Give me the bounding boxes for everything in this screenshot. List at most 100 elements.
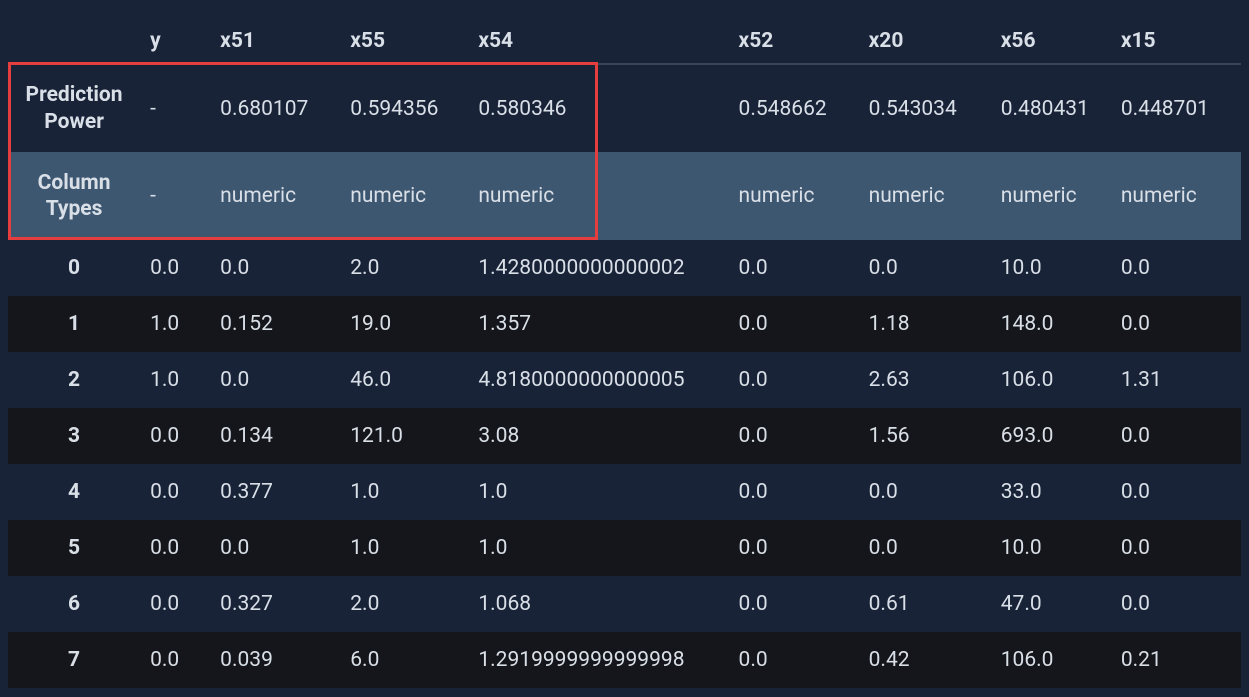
cell: 1.0: [340, 520, 468, 576]
prediction-power-cell: 0.548662: [729, 64, 859, 152]
cell: 1.357: [468, 296, 728, 352]
column-types-cell: numeric: [210, 152, 340, 240]
col-header[interactable]: x15: [1111, 18, 1241, 64]
cell: 0.0: [729, 352, 859, 408]
table-row: 5 0.0 0.0 1.0 1.0 0.0 0.0 10.0 0.0: [8, 520, 1241, 576]
cell: 0.0: [729, 464, 859, 520]
column-types-cell: numeric: [1111, 152, 1241, 240]
col-header[interactable]: x51: [210, 18, 340, 64]
col-header[interactable]: x20: [859, 18, 991, 64]
prediction-power-cell: -: [140, 64, 210, 152]
row-index: 6: [8, 576, 140, 632]
cell: 0.0: [1111, 240, 1241, 296]
prediction-power-row: Prediction Power - 0.680107 0.594356 0.5…: [8, 64, 1241, 152]
cell: 1.0: [468, 464, 728, 520]
cell: 1.0: [140, 352, 210, 408]
cell: 0.0: [1111, 520, 1241, 576]
cell: 0.0: [1111, 576, 1241, 632]
cell: 33.0: [991, 464, 1111, 520]
cell: 6.0: [340, 632, 468, 688]
cell: 0.0: [729, 632, 859, 688]
prediction-power-cell: 0.594356: [340, 64, 468, 152]
col-header[interactable]: x55: [340, 18, 468, 64]
cell: 2.0: [340, 240, 468, 296]
prediction-power-cell: 0.480431: [991, 64, 1111, 152]
table-header-row: y x51 x55 x54 x52 x20 x56 x15: [8, 18, 1241, 64]
cell: 0.0: [210, 240, 340, 296]
cell: 1.068: [468, 576, 728, 632]
cell: 0.0: [859, 240, 991, 296]
cell: 47.0: [991, 576, 1111, 632]
cell: 1.0: [340, 464, 468, 520]
cell: 0.0: [729, 576, 859, 632]
cell: 148.0: [991, 296, 1111, 352]
cell: 0.0: [140, 408, 210, 464]
col-header[interactable]: x52: [729, 18, 859, 64]
cell: 0.0: [140, 520, 210, 576]
prediction-power-cell: 0.448701: [1111, 64, 1241, 152]
cell: 0.0: [140, 464, 210, 520]
data-table: y x51 x55 x54 x52 x20 x56 x15 Prediction…: [8, 18, 1241, 688]
cell: 1.31: [1111, 352, 1241, 408]
column-types-cell: numeric: [859, 152, 991, 240]
cell: 0.61: [859, 576, 991, 632]
cell: 693.0: [991, 408, 1111, 464]
column-types-cell: numeric: [468, 152, 728, 240]
column-types-cell: numeric: [340, 152, 468, 240]
cell: 1.18: [859, 296, 991, 352]
cell: 0.0: [859, 520, 991, 576]
cell: 0.377: [210, 464, 340, 520]
row-index: 0: [8, 240, 140, 296]
cell: 106.0: [991, 632, 1111, 688]
cell: 0.152: [210, 296, 340, 352]
cell: 10.0: [991, 240, 1111, 296]
table-row: 2 1.0 0.0 46.0 4.8180000000000005 0.0 2.…: [8, 352, 1241, 408]
column-types-row: Column Types - numeric numeric numeric n…: [8, 152, 1241, 240]
cell: 0.21: [1111, 632, 1241, 688]
cell: 0.0: [729, 296, 859, 352]
cell: 0.0: [1111, 296, 1241, 352]
table-row: 4 0.0 0.377 1.0 1.0 0.0 0.0 33.0 0.0: [8, 464, 1241, 520]
cell: 121.0: [340, 408, 468, 464]
cell: 2.63: [859, 352, 991, 408]
cell: 0.0: [210, 352, 340, 408]
row-index: 2: [8, 352, 140, 408]
cell: 4.8180000000000005: [468, 352, 728, 408]
row-index: 3: [8, 408, 140, 464]
cell: 46.0: [340, 352, 468, 408]
column-types-cell: -: [140, 152, 210, 240]
cell: 0.0: [729, 520, 859, 576]
column-types-cell: numeric: [991, 152, 1111, 240]
prediction-power-cell: 0.580346: [468, 64, 728, 152]
cell: 1.4280000000000002: [468, 240, 728, 296]
cell: 0.0: [729, 240, 859, 296]
cell: 1.2919999999999998: [468, 632, 728, 688]
prediction-power-label: Prediction Power: [8, 64, 140, 152]
col-header[interactable]: x56: [991, 18, 1111, 64]
table-row: 1 1.0 0.152 19.0 1.357 0.0 1.18 148.0 0.…: [8, 296, 1241, 352]
cell: 0.0: [729, 408, 859, 464]
prediction-power-cell: 0.680107: [210, 64, 340, 152]
row-index: 5: [8, 520, 140, 576]
row-index: 4: [8, 464, 140, 520]
col-header[interactable]: y: [140, 18, 210, 64]
row-index: 7: [8, 632, 140, 688]
table-row: 6 0.0 0.327 2.0 1.068 0.0 0.61 47.0 0.0: [8, 576, 1241, 632]
cell: 0.0: [140, 240, 210, 296]
table-row: 7 0.0 0.039 6.0 1.2919999999999998 0.0 0…: [8, 632, 1241, 688]
table-row: 3 0.0 0.134 121.0 3.08 0.0 1.56 693.0 0.…: [8, 408, 1241, 464]
cell: 0.0: [1111, 408, 1241, 464]
prediction-power-cell: 0.543034: [859, 64, 991, 152]
table-row: 0 0.0 0.0 2.0 1.4280000000000002 0.0 0.0…: [8, 240, 1241, 296]
cell: 1.0: [140, 296, 210, 352]
header-blank: [8, 18, 140, 64]
cell: 19.0: [340, 296, 468, 352]
column-types-label: Column Types: [8, 152, 140, 240]
cell: 0.039: [210, 632, 340, 688]
cell: 10.0: [991, 520, 1111, 576]
cell: 0.42: [859, 632, 991, 688]
cell: 0.0: [859, 464, 991, 520]
cell: 106.0: [991, 352, 1111, 408]
col-header[interactable]: x54: [468, 18, 728, 64]
cell: 0.0: [140, 576, 210, 632]
